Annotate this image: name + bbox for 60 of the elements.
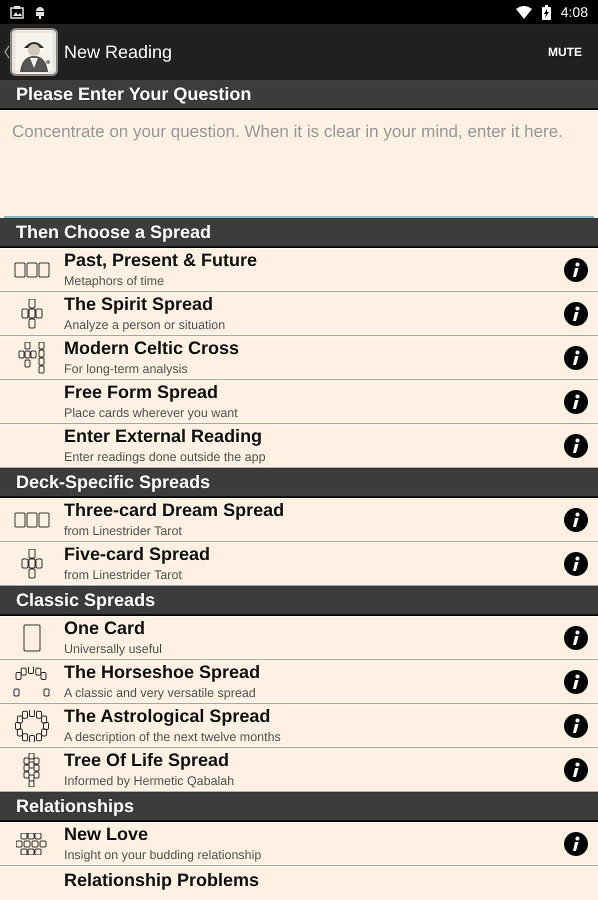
spread-description: Insight on your budding relationship: [64, 847, 262, 863]
spread-description: A description of the next twelve months: [64, 729, 282, 745]
info-icon[interactable]: [564, 346, 588, 370]
spread-description: Informed by Hermetic Qabalah: [64, 773, 236, 789]
spread-description: from Linestrider Tarot: [64, 567, 183, 583]
mute-button[interactable]: MUTE: [544, 39, 586, 65]
spread-description: Metaphors of time: [64, 273, 166, 289]
card-layout-icon: [23, 624, 41, 652]
info-icon[interactable]: [564, 434, 588, 458]
spread-title[interactable]: Free Form Spread: [64, 382, 564, 403]
section-header: Please Enter Your Question: [0, 80, 598, 110]
section-header: Classic Spreads: [0, 586, 598, 616]
card-layout-icon: [16, 832, 48, 854]
spread-title[interactable]: The Spirit Spread: [64, 294, 564, 315]
card-layout-icon: [13, 666, 51, 696]
wifi-icon: [516, 6, 532, 18]
spread-title[interactable]: One Card: [64, 618, 564, 639]
info-icon[interactable]: [564, 508, 588, 532]
spread-title[interactable]: Enter External Reading: [64, 426, 564, 447]
spread-title[interactable]: Tree Of Life Spread: [64, 750, 564, 771]
card-layout-icon: [15, 710, 49, 742]
spread-description: A classic and very versatile spread: [64, 685, 257, 701]
info-icon[interactable]: [564, 670, 588, 694]
battery-icon: [542, 4, 551, 20]
spread-description: from Linestrider Tarot: [64, 523, 183, 539]
spread-title[interactable]: Modern Celtic Cross: [64, 338, 564, 359]
back-icon[interactable]: [4, 45, 10, 59]
info-icon[interactable]: [564, 390, 588, 414]
info-icon[interactable]: [564, 302, 588, 326]
photo-notification-icon: [10, 5, 24, 19]
card-layout-icon: [21, 298, 43, 328]
info-icon[interactable]: [564, 714, 588, 738]
spread-title[interactable]: The Horseshoe Spread: [64, 662, 564, 683]
card-layout-icon: [14, 510, 50, 528]
info-icon[interactable]: [564, 258, 588, 282]
spread-description: Enter readings done outside the app: [64, 449, 267, 465]
spread-description: Place cards wherever you want: [64, 405, 239, 421]
spread-title[interactable]: Three-card Dream Spread: [64, 500, 564, 521]
card-layout-icon: [14, 260, 50, 278]
card-layout-icon: [21, 548, 43, 578]
clock-time: 4:08: [560, 4, 588, 20]
section-header: Then Choose a Spread: [0, 218, 598, 248]
info-icon[interactable]: [564, 626, 588, 650]
spread-title[interactable]: Relationship Problems: [64, 870, 588, 891]
spread-description: Analyze a person or situation: [64, 317, 226, 333]
spread-description: For long-term analysis: [64, 361, 189, 377]
spread-title[interactable]: The Astrological Spread: [64, 706, 564, 727]
card-layout-icon: [23, 752, 41, 786]
section-header: Deck-Specific Spreads: [0, 468, 598, 498]
spread-title[interactable]: Five-card Spread: [64, 544, 564, 565]
screen-title: New Reading: [64, 42, 174, 62]
spread-title[interactable]: New Love: [64, 824, 564, 845]
info-icon[interactable]: [564, 552, 588, 576]
info-icon[interactable]: [564, 758, 588, 782]
info-icon[interactable]: [564, 832, 588, 856]
card-layout-icon: [18, 342, 46, 374]
spread-description: Universally useful: [64, 641, 163, 657]
android-notification-icon: [34, 5, 46, 19]
spread-title[interactable]: Past, Present & Future: [64, 250, 564, 271]
section-header: Relationships: [0, 792, 598, 822]
